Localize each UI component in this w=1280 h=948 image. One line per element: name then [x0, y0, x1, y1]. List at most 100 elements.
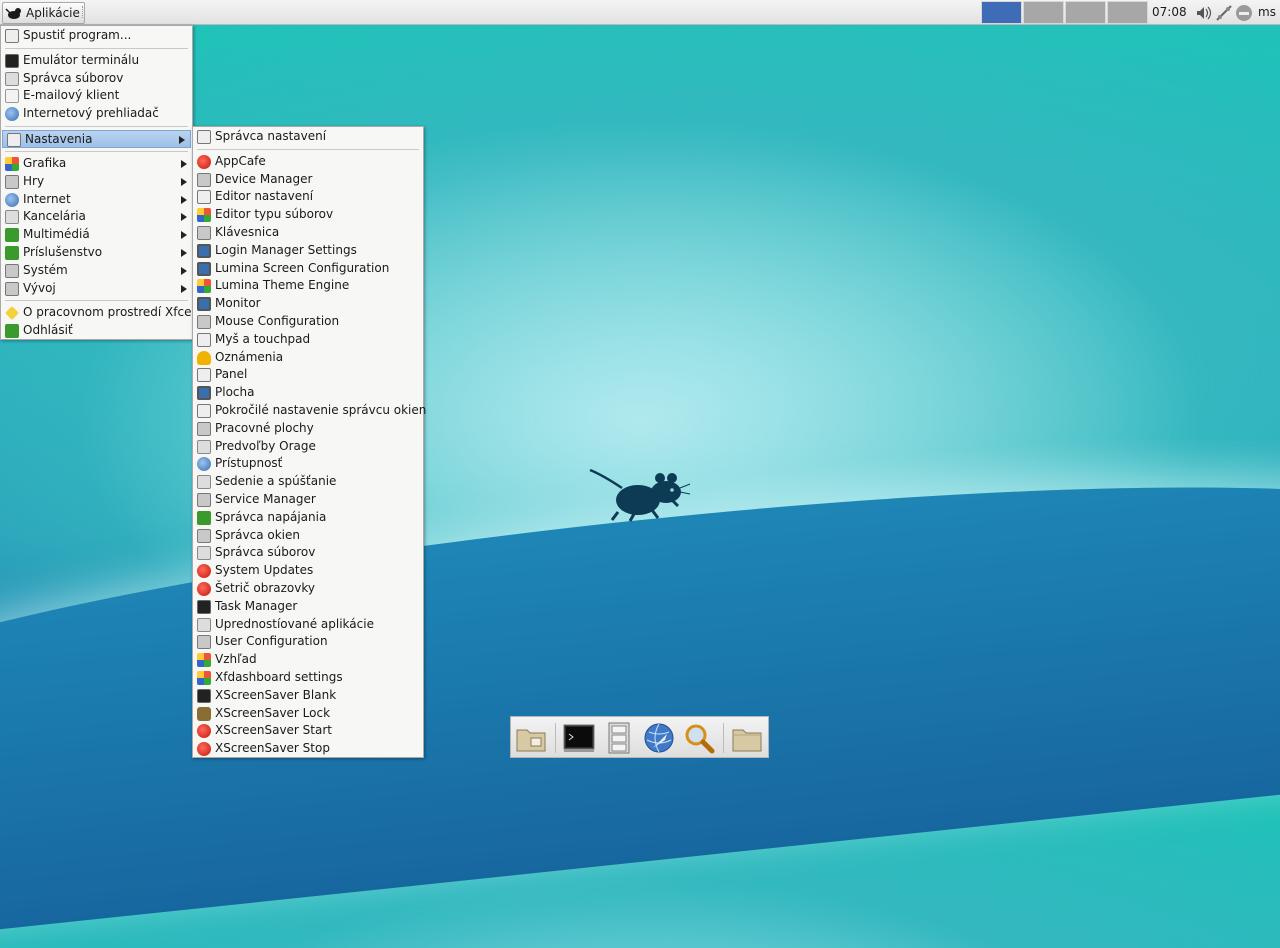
menu-item-e-mailovy-klient[interactable]: E-mailový klient [1, 87, 192, 105]
dock-separator [555, 723, 556, 753]
menu-item-xscreensaver-blank[interactable]: XScreenSaver Blank [193, 687, 423, 705]
menu-item-label: XScreenSaver Stop [215, 741, 330, 756]
clock[interactable]: 07:08 [1152, 5, 1187, 19]
menu-item-label: Odhlásiť [23, 323, 73, 338]
menu-item-label: Mouse Configuration [215, 313, 340, 328]
workspace-3[interactable] [1065, 1, 1106, 24]
menu-item-grafika[interactable]: Grafika [1, 155, 192, 173]
menu-item-setric-obrazovky[interactable]: Šetrič obrazovky [193, 580, 423, 598]
menu-item-pracovne-plochy[interactable]: Pracovné plochy [193, 420, 423, 438]
menu-item-label: Oznámenia [215, 349, 284, 364]
menu-item-spustit-program[interactable]: Spustiť program... [1, 27, 192, 45]
menu-item-vzhlad[interactable]: Vzhľad [193, 651, 423, 669]
menu-item-label: Predvoľby Orage [215, 438, 316, 453]
menu-item-system[interactable]: Systém [1, 262, 192, 280]
user-name[interactable]: ms [1258, 5, 1276, 19]
app-finder-icon[interactable] [683, 722, 715, 754]
mouse-config-icon [197, 314, 211, 329]
menu-item-editor-typu-suborov[interactable]: Editor typu súborov [193, 206, 423, 224]
preferred-apps-icon-glyph [197, 617, 211, 632]
menu-item-vyvoj[interactable]: Vývoj [1, 280, 192, 298]
menu-item-spravca-okien[interactable]: Správca okien [193, 527, 423, 545]
device-manager-icon [197, 172, 211, 187]
orage-icon-glyph [197, 439, 211, 454]
menu-item-internet[interactable]: Internet [1, 191, 192, 209]
workspaces-icon [197, 421, 211, 436]
settings-submenu: Správca nastavení AppCafe Device Manager Ed… [192, 126, 426, 758]
menu-item-plocha[interactable]: Plocha [193, 384, 423, 402]
menu-item-xscreensaver-start[interactable]: XScreenSaver Start [193, 722, 423, 740]
menu-item-spravca-suborov[interactable]: Správca súborov [1, 70, 192, 88]
menu-item-panel[interactable]: Panel [193, 366, 423, 384]
menu-item-monitor[interactable]: Monitor [193, 295, 423, 313]
menu-item-label: User Configuration [215, 634, 328, 649]
workspace-4[interactable] [1107, 1, 1148, 24]
menu-item-service-manager[interactable]: Service Manager [193, 491, 423, 509]
menu-item-emulator-terminalu[interactable]: Emulátor terminálu [1, 52, 192, 70]
menu-item-device-manager[interactable]: Device Manager [193, 171, 423, 189]
menu-item-oznamenia[interactable]: Oznámenia [193, 349, 423, 367]
workspace-2[interactable] [1023, 1, 1064, 24]
file-cabinet-icon[interactable] [603, 722, 635, 754]
menu-item-label: Správca nastavení [215, 129, 327, 143]
workspace-1[interactable] [981, 1, 1022, 24]
menu-item-login-manager-settings[interactable]: Login Manager Settings [193, 242, 423, 260]
bottom-dock [510, 716, 769, 758]
menu-item-sedenie-a-spustanie[interactable]: Sedenie a spúšťanie [193, 473, 423, 491]
menu-item-pokrocile-nastavenie-spravcu-okien[interactable]: Pokročilé nastavenie správcu okien [193, 402, 426, 420]
menu-item-label: AppCafe [215, 153, 266, 168]
menu-item-o-pracovnom-prostredi-xfce[interactable]: O pracovnom prostredí Xfce [1, 304, 192, 322]
xscreensaver-blank-icon-glyph [197, 688, 211, 703]
notifications-icon-glyph [197, 350, 211, 365]
keyboard-icon [197, 225, 211, 240]
applications-menu-button[interactable]: Aplikácie [2, 2, 85, 24]
menu-item-predvolby-orage[interactable]: Predvoľby Orage [193, 438, 423, 456]
home-folder-icon[interactable] [515, 722, 547, 754]
menu-item-mys-a-touchpad[interactable]: Myš a touchpad [193, 331, 423, 349]
menu-item-klavesnica[interactable]: Klávesnica [193, 224, 423, 242]
mail-icon-glyph [5, 89, 19, 104]
system-updates-icon-glyph [197, 564, 211, 579]
menu-item-label: Lumina Screen Configuration [215, 260, 390, 275]
panel-icon-glyph [197, 368, 211, 383]
menu-item-task-manager[interactable]: Task Manager [193, 598, 423, 616]
menu-item-xscreensaver-stop[interactable]: XScreenSaver Stop [193, 740, 423, 758]
menu-item-hry[interactable]: Hry [1, 173, 192, 191]
theme-engine-icon [197, 279, 211, 294]
menu-item-uprednosti-ovane-aplikacie[interactable]: Upredností­ované aplikácie [193, 616, 423, 634]
web-browser-icon[interactable] [643, 722, 675, 754]
terminal-icon[interactable] [563, 722, 595, 754]
menu-item-internetovy-prehliadac[interactable]: Internetový prehliadač [1, 105, 192, 123]
menu-item-spravca-napajania[interactable]: Správca napájania [193, 509, 423, 527]
menu-item-pristupnost[interactable]: Prístupnosť [193, 455, 423, 473]
task-manager-icon-glyph [197, 599, 211, 614]
menu-item-spravca-nastaveni[interactable]: Správca nastavení [193, 128, 423, 146]
menu-item-lumina-screen-configuration[interactable]: Lumina Screen Configuration [193, 260, 423, 278]
xfce-mouse-logo [589, 468, 691, 522]
accessories-icon-glyph [5, 245, 19, 260]
menu-item-mouse-configuration[interactable]: Mouse Configuration [193, 313, 423, 331]
menu-item-spravca-suborov[interactable]: Správca súborov [193, 544, 423, 562]
menu-item-xscreensaver-lock[interactable]: XScreenSaver Lock [193, 705, 423, 723]
menu-item-xfdashboard-settings[interactable]: Xfdashboard settings [193, 669, 423, 687]
menu-item-user-configuration[interactable]: User Configuration [193, 633, 423, 651]
menu-item-system-updates[interactable]: System Updates [193, 562, 423, 580]
folder-icon[interactable] [731, 722, 763, 754]
logout-icon-glyph [5, 324, 19, 339]
menu-item-kancelaria[interactable]: Kancelária [1, 208, 192, 226]
menu-item-label: Device Manager [215, 171, 313, 186]
xfdashboard-icon-glyph [197, 670, 211, 685]
session-icon [197, 475, 211, 490]
menu-item-prislusenstvo[interactable]: Príslušenstvo [1, 244, 192, 262]
power-icon[interactable] [1235, 4, 1253, 22]
menu-item-multimedia[interactable]: Multimédiá [1, 226, 192, 244]
panel-handle[interactable] [82, 6, 85, 18]
menu-item-odhlasit[interactable]: Odhlásiť [1, 322, 192, 340]
menu-item-label: Sedenie a spúšťanie [215, 474, 337, 489]
volume-icon[interactable] [1194, 4, 1212, 22]
menu-item-nastavenia[interactable]: Nastavenia [2, 129, 191, 148]
menu-item-appcafe[interactable]: AppCafe [193, 153, 423, 171]
network-icon[interactable] [1215, 4, 1233, 22]
menu-item-lumina-theme-engine[interactable]: Lumina Theme Engine [193, 277, 423, 295]
menu-item-editor-nastaveni[interactable]: Editor nastavení [193, 188, 423, 206]
